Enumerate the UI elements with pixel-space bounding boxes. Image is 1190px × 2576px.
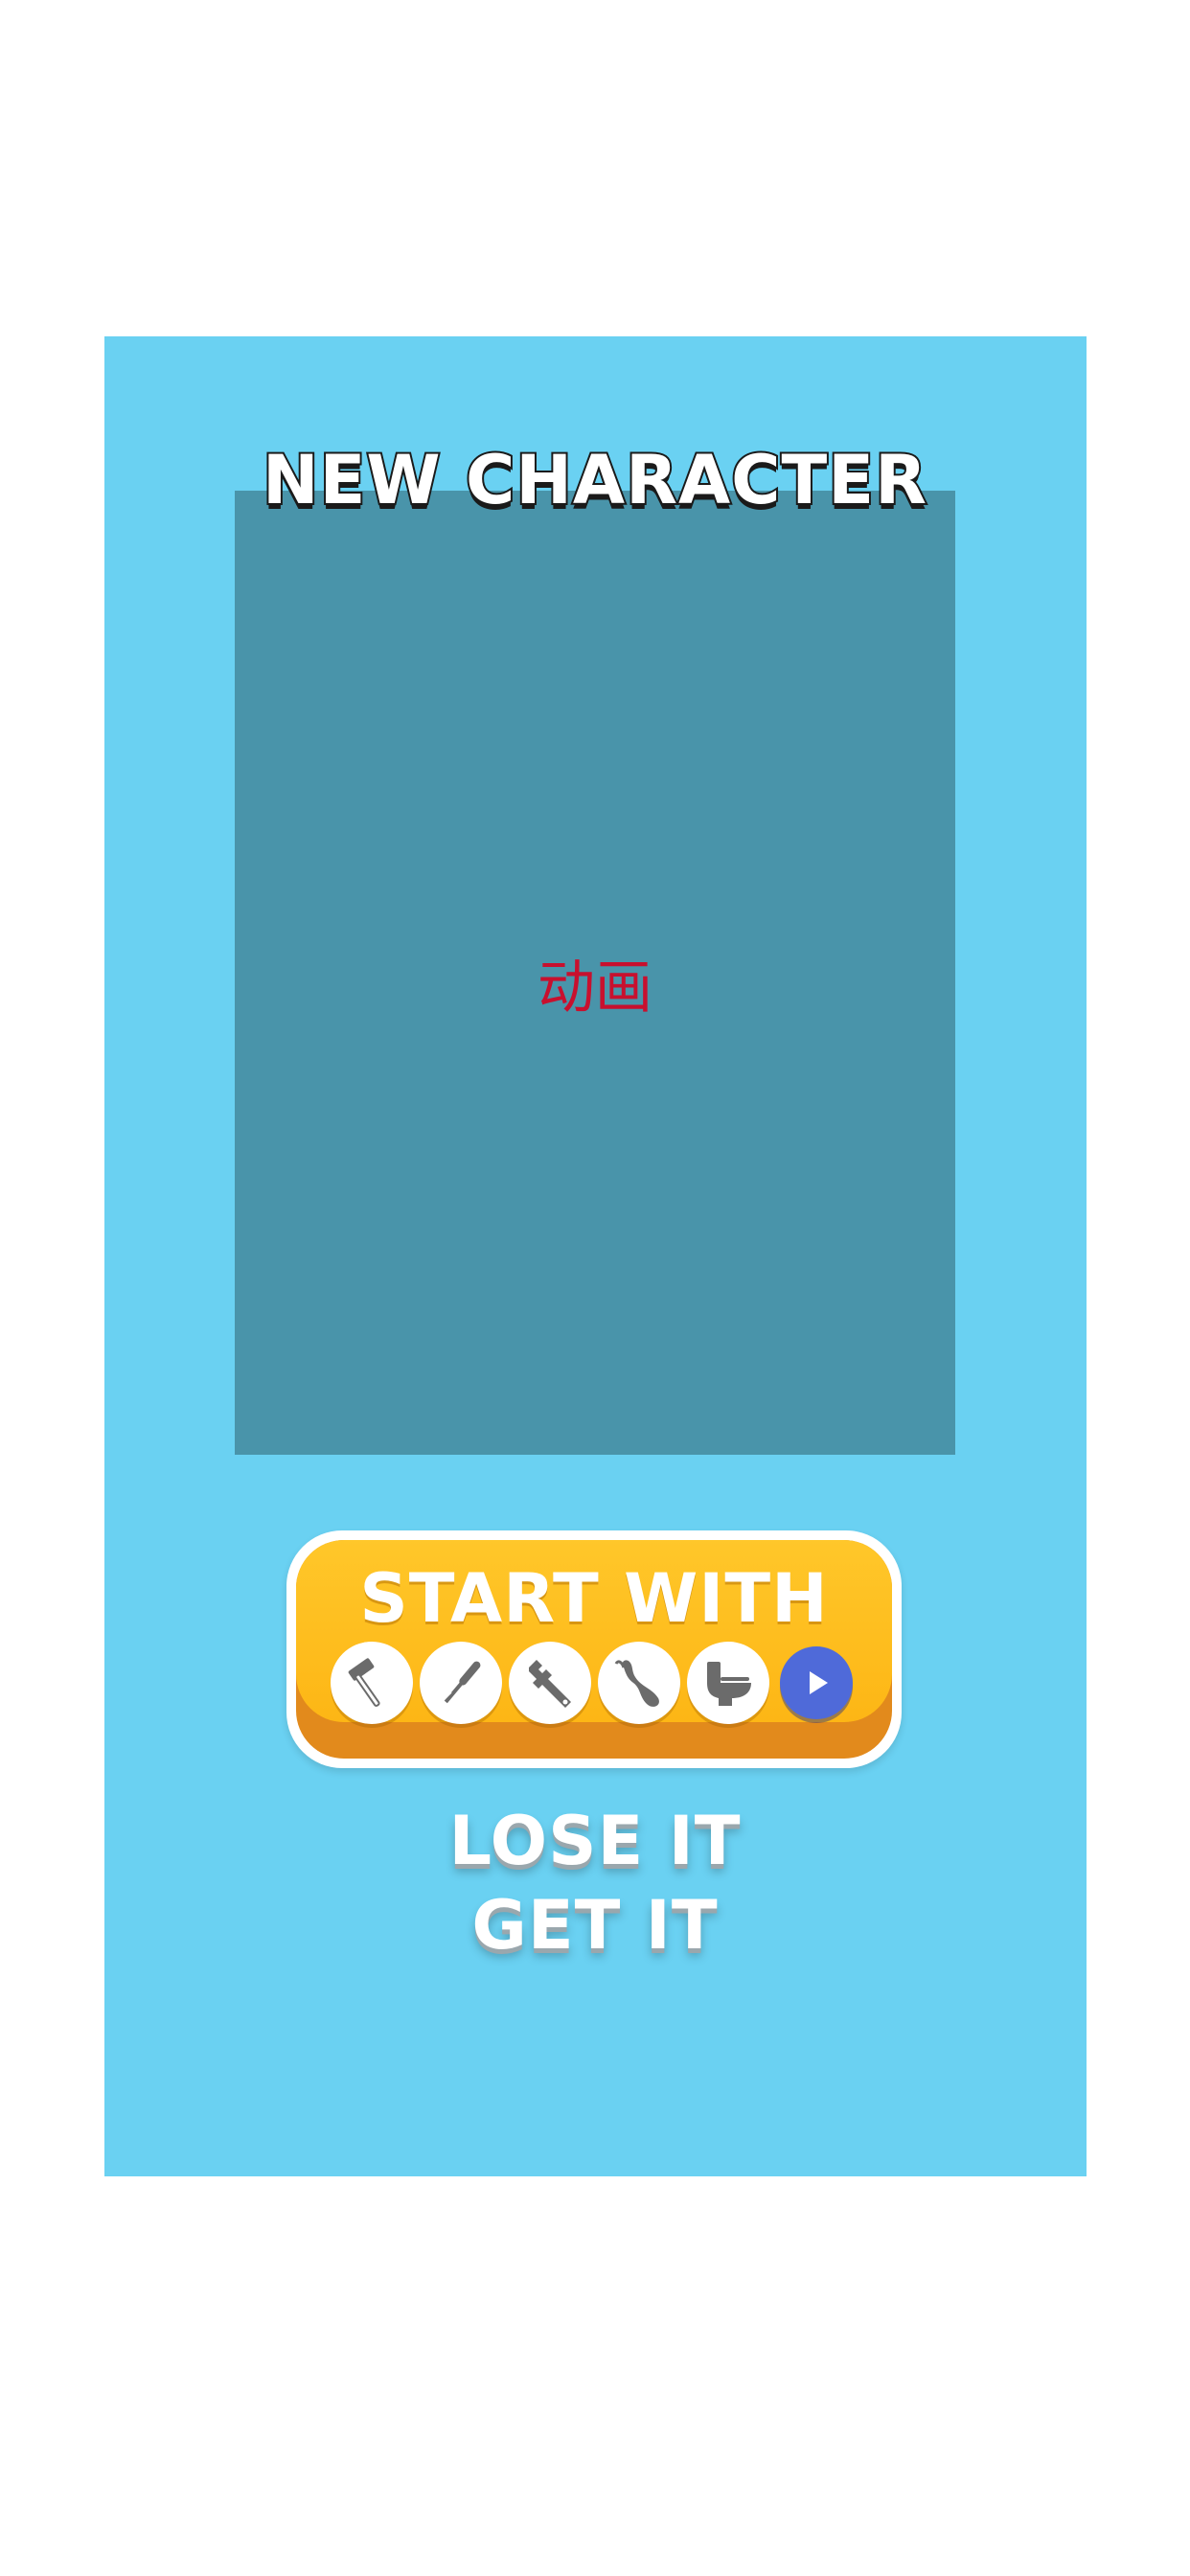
- character-preview: 动画: [235, 491, 955, 1455]
- toilet-icon: [687, 1642, 769, 1724]
- play-icon[interactable]: [780, 1646, 853, 1719]
- animation-placeholder: 动画: [538, 954, 652, 1022]
- start-with-label: START WITH: [359, 1559, 829, 1638]
- hammer-icon: [331, 1642, 413, 1724]
- tool-icon-row: [331, 1642, 853, 1728]
- tagline-line-1: LOSE IT: [448, 1802, 742, 1880]
- screwdriver-icon: [420, 1642, 502, 1724]
- tagline-line-2: GET IT: [471, 1886, 719, 1965]
- wrench-icon: [509, 1642, 591, 1724]
- page-title: NEW CHARACTER: [261, 439, 928, 521]
- chili-pepper-icon: [598, 1642, 680, 1724]
- button-face: START WITH: [296, 1540, 892, 1724]
- start-with-button[interactable]: START WITH: [286, 1530, 902, 1768]
